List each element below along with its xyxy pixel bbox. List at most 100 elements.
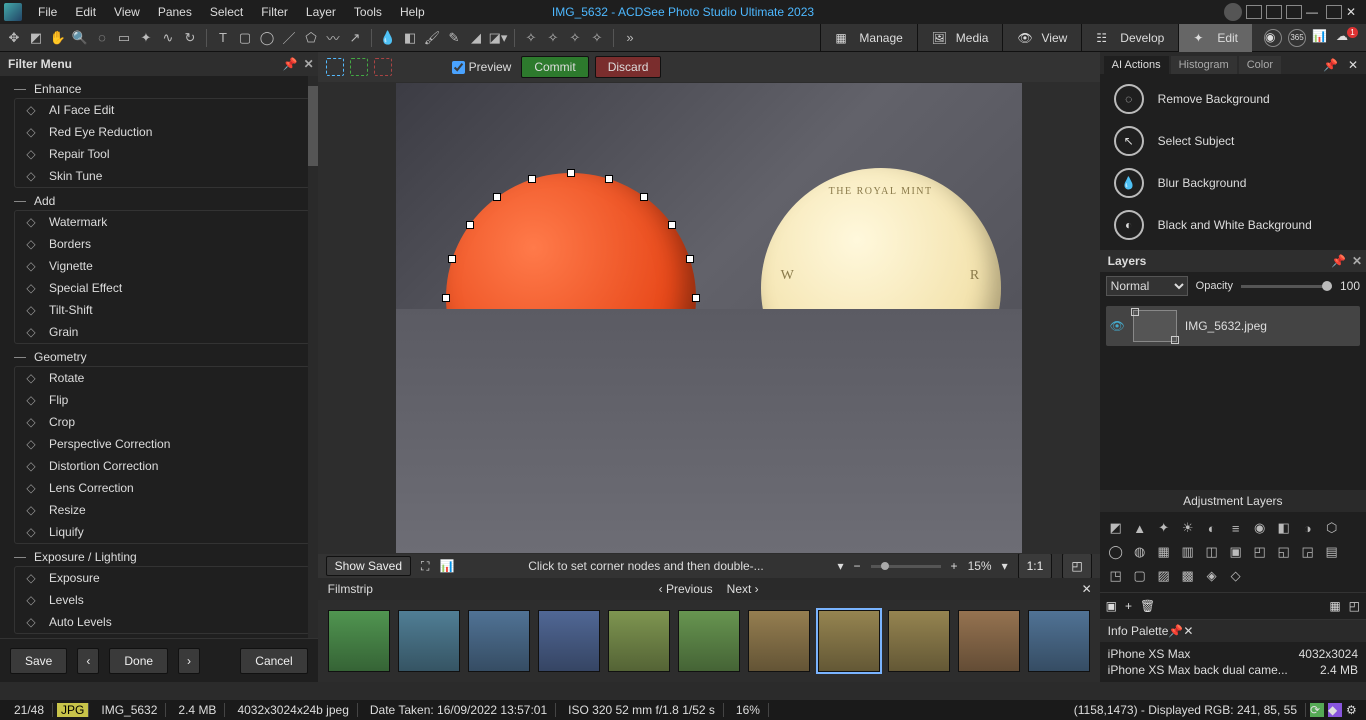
hand-tool-icon[interactable]: ✋ [50,30,66,46]
brush-tool-icon[interactable]: 🖌 [424,30,440,46]
filter-vignette[interactable]: ◇Vignette [15,255,309,277]
filter-crop[interactable]: ◇Crop [15,411,309,433]
thumb-2[interactable] [468,610,530,672]
filmstrip[interactable] [318,600,1100,682]
visibility-icon[interactable]: 👁 [1110,319,1125,333]
arrow-tool-icon[interactable]: ↗ [347,30,363,46]
gradient-tool-icon[interactable]: ◧ [402,30,418,46]
layer-add-icon[interactable]: ▣ [1106,599,1117,613]
dashboard-icon[interactable]: ◉ [1264,29,1282,47]
color-swatch-icon[interactable]: ◪▾ [490,30,506,46]
handle[interactable] [605,175,613,183]
365-icon[interactable]: 365 [1288,29,1306,47]
ai-blur-bg[interactable]: 💧Blur Background [1100,162,1366,204]
eraser-tool-icon[interactable]: ◢ [468,30,484,46]
filter-levels[interactable]: ◇Levels [15,589,309,611]
zoom-out-icon[interactable]: − [854,559,861,573]
pen-tool-icon[interactable]: ✎ [446,30,462,46]
ai-remove-bg[interactable]: ◌Remove Background [1100,78,1366,120]
next-button[interactable]: › [178,648,200,674]
handle[interactable] [466,221,474,229]
zoom-slider[interactable] [871,565,941,568]
adj-icon-12[interactable]: ▦ [1154,542,1174,562]
commit-button[interactable]: Commit [521,56,588,78]
close-icon[interactable]: ✕ [1346,5,1362,19]
layout-2-icon[interactable] [1266,5,1282,19]
adj-icon-1[interactable]: ▲ [1130,518,1150,538]
ai-tool-3-icon[interactable]: ✧ [567,30,583,46]
adj-icon-22[interactable]: ▨ [1154,566,1174,586]
save-button[interactable]: Save [10,648,67,674]
pin-icon[interactable]: 📌 [1168,624,1183,638]
handle[interactable] [668,221,676,229]
fullscreen-icon[interactable]: ⛶ [421,559,429,574]
adj-icon-25[interactable]: ◇ [1226,566,1246,586]
discard-button[interactable]: Discard [595,56,662,78]
close-icon[interactable]: ✕ [1344,56,1362,74]
freehand-tool-icon[interactable]: ∿ [160,30,176,46]
filter-distortion-correction[interactable]: ◇Distortion Correction [15,455,309,477]
handle[interactable] [442,294,450,302]
tab-histogram[interactable]: Histogram [1171,56,1237,74]
sync-icon[interactable]: ⟳ [1310,703,1324,717]
handle[interactable] [668,367,676,375]
layout-1-icon[interactable] [1246,5,1262,19]
handle[interactable] [448,333,456,341]
adj-icon-9[interactable]: ⬡ [1322,518,1342,538]
filter-liquify[interactable]: ◇Liquify [15,521,309,543]
layer-delete-icon[interactable]: 🗑 [1140,599,1155,613]
adj-icon-6[interactable]: ◉ [1250,518,1270,538]
menu-help[interactable]: Help [392,3,433,21]
thumb-10[interactable] [1028,610,1090,672]
filter-grain[interactable]: ◇Grain [15,321,309,343]
thumb-4[interactable] [608,610,670,672]
layer-crop-icon[interactable]: ◰ [1349,599,1360,613]
menu-layer[interactable]: Layer [298,3,344,21]
group-enhance[interactable]: Enhance [14,82,310,96]
line-tool-icon[interactable]: ／ [281,30,297,46]
filter-flip[interactable]: ◇Flip [15,389,309,411]
adj-icon-21[interactable]: ▢ [1130,566,1150,586]
handle[interactable] [493,395,501,403]
thumb-3[interactable] [538,610,600,672]
menu-panes[interactable]: Panes [150,3,200,21]
adj-icon-16[interactable]: ◰ [1250,542,1270,562]
filter-resize[interactable]: ◇Resize [15,499,309,521]
adj-icon-2[interactable]: ✦ [1154,518,1174,538]
adj-icon-19[interactable]: ▤ [1322,542,1342,562]
pin-icon[interactable]: 📌 [283,57,298,71]
menu-view[interactable]: View [106,3,148,21]
handle[interactable] [528,413,536,421]
prev-button[interactable]: ‹ [77,648,99,674]
adj-icon-4[interactable]: ◐ [1202,518,1222,538]
zoom-in-icon[interactable]: + [951,559,958,573]
close-icon[interactable]: ✕ [1183,624,1193,638]
minimize-icon[interactable]: — [1306,5,1322,19]
handle[interactable] [567,419,575,427]
layout-3-icon[interactable] [1286,5,1302,19]
selection-subtract-icon[interactable] [374,58,392,76]
selection-add-icon[interactable] [350,58,368,76]
adj-icon-3[interactable]: ☀ [1178,518,1198,538]
filter-special-effect[interactable]: ◇Special Effect [15,277,309,299]
adj-icon-20[interactable]: ◳ [1106,566,1126,586]
ai-tool-4-icon[interactable]: ✧ [589,30,605,46]
histogram-icon[interactable]: 📊 [439,559,454,573]
filmstrip-close-icon[interactable]: ✕ [1082,582,1092,596]
zoom-fit-button[interactable]: 1:1 [1018,553,1053,579]
menu-tools[interactable]: Tools [346,3,390,21]
group-exposure-lighting[interactable]: Exposure / Lighting [14,550,310,564]
layer-fx-icon[interactable]: ▦ [1329,599,1340,613]
move-tool-icon[interactable]: ✥ [6,30,22,46]
thumb-6[interactable] [748,610,810,672]
layer-mask-icon[interactable]: + [1125,599,1132,613]
filter-watermark[interactable]: ◇Watermark [15,211,309,233]
thumb-9[interactable] [958,610,1020,672]
handle[interactable] [448,255,456,263]
adj-icon-17[interactable]: ◱ [1274,542,1294,562]
done-button[interactable]: Done [109,648,168,674]
filter-auto-levels[interactable]: ◇Auto Levels [15,611,309,633]
ellipse-tool-icon[interactable]: ◯ [259,30,275,46]
gear-icon[interactable]: ⚙ [1346,703,1360,717]
adj-icon-10[interactable]: ◯ [1106,542,1126,562]
